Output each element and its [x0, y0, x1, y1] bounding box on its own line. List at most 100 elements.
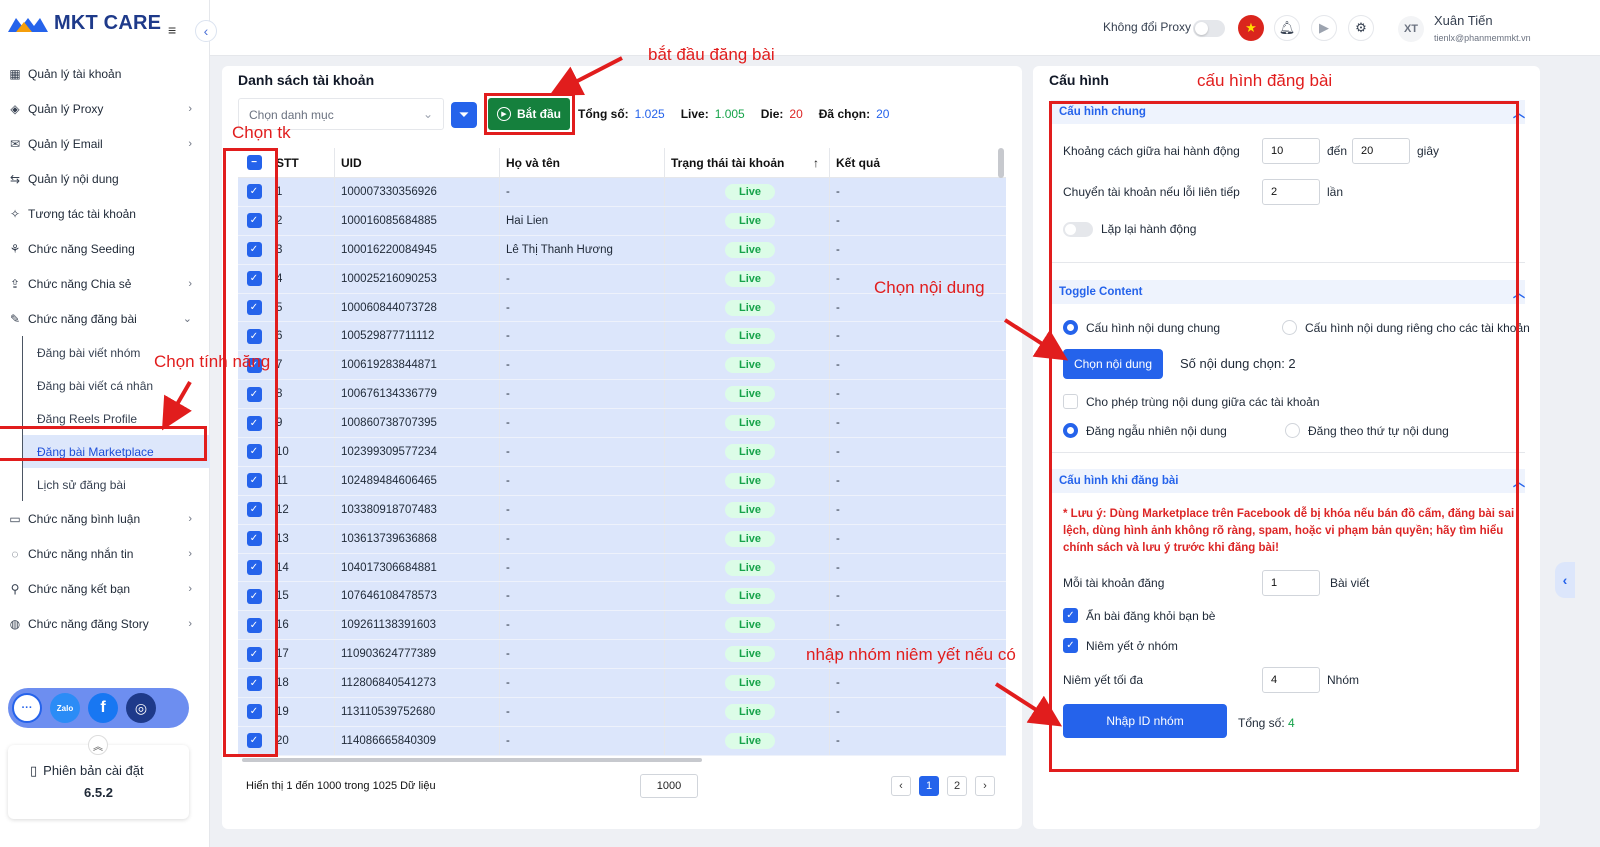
cell-uid: 100860738707395	[334, 409, 499, 438]
chevron-up-icon[interactable]: ︽	[88, 735, 108, 755]
cell-stt: 4	[276, 272, 283, 285]
sidebar-item-content[interactable]: ⇆ Quản lý nội dung	[0, 161, 210, 196]
per-page-select[interactable]: 1000	[640, 774, 698, 798]
sidebar-item-share[interactable]: ⇪ Chức năng Chia sẻ ›	[0, 266, 210, 301]
page-1-button[interactable]: 1	[919, 776, 939, 796]
cell-stt: 13	[276, 532, 289, 545]
next-page-button[interactable]: ›	[975, 776, 995, 796]
table-row[interactable]: ✓ 11 102489484606465- Live -	[238, 466, 1006, 496]
cell-result: -	[829, 698, 999, 726]
cell-status: Live	[664, 669, 829, 698]
table-row[interactable]: ✓ 1 100007330356926- Live -	[238, 178, 1006, 207]
chevron-right-icon: ›	[188, 582, 192, 595]
cell-stt: 6	[276, 330, 283, 343]
grid-icon: ▦	[9, 66, 21, 81]
sidebar-subitem-personal-post[interactable]: Đăng bài viết cá nhân	[23, 369, 210, 402]
sidebar-item-posting[interactable]: ✎ Chức năng đăng bài ⌄	[0, 301, 210, 336]
cell-name: -	[499, 698, 664, 726]
table-row[interactable]: ✓ 2 100016085684885 Hai Lien Live -	[238, 206, 1006, 236]
sidebar-item-seeding[interactable]: ⚘ Chức năng Seeding	[0, 231, 210, 266]
cell-uid: 100007330356926	[334, 178, 499, 206]
cell-stt: 11	[276, 474, 288, 487]
status-badge: Live	[724, 357, 775, 374]
stat-selected-value: 20	[876, 107, 890, 121]
sidebar-subitem-history[interactable]: Lịch sử đăng bài	[23, 468, 210, 501]
cell-status: Live	[664, 235, 829, 264]
stat-live-label: Live:	[680, 107, 709, 121]
sidebar-item-add-friend[interactable]: ⚲ Chức năng kết bạn ›	[0, 571, 210, 606]
support-chat-icon[interactable]: ···	[12, 693, 42, 723]
page-2-button[interactable]: 2	[947, 776, 967, 796]
cell-status: Live	[664, 698, 829, 726]
sidebar-collapse-button[interactable]: ‹	[195, 20, 217, 42]
table-row[interactable]: ✓ 15 107646108478573- Live -	[238, 582, 1006, 612]
sidebar-item-label: Chức năng đăng Story	[28, 616, 149, 631]
cell-stt: 20	[276, 734, 289, 747]
avatar[interactable]: XT	[1398, 16, 1424, 42]
chevron-right-icon: ›	[188, 137, 192, 150]
play-icon[interactable]: ▶	[1311, 15, 1337, 41]
table-row[interactable]: ✓ 3 100016220084945 Lê Thị Thanh Hương Live -	[238, 235, 1006, 265]
table-row[interactable]: ✓ 19 113110539752680- Live -	[238, 698, 1006, 727]
col-result[interactable]: Kết quả	[829, 148, 999, 177]
stat-selected-label: Đã chọn:	[818, 107, 871, 121]
table-row[interactable]: ✓ 14 104017306684881- Live -	[238, 553, 1006, 583]
col-stt[interactable]: STT	[270, 156, 334, 170]
status-badge: Live	[724, 501, 775, 518]
status-badge: Live	[724, 241, 775, 258]
cell-uid: 113110539752680	[334, 698, 499, 726]
sparkle-icon: ✧	[9, 206, 21, 221]
table-row[interactable]: ✓ 13 103613739636868- Live -	[238, 524, 1006, 554]
bell-icon[interactable]: 🔔︎	[1274, 15, 1300, 41]
col-status[interactable]: Trạng thái tài khoản ↑	[664, 148, 829, 177]
sidebar-item-message[interactable]: ◌ Chức năng nhắn tin ›	[0, 536, 210, 571]
table-row[interactable]: ✓ 6 100529877711112- Live -	[238, 322, 1006, 352]
cell-name: -	[499, 380, 664, 409]
sidebar-item-comment[interactable]: ▭ Chức năng bình luận ›	[0, 501, 210, 536]
sidebar-item-label: Chức năng bình luận	[28, 511, 141, 526]
table-row[interactable]: ✓ 18 112806840541273- Live -	[238, 669, 1006, 699]
cell-uid: 103380918707483	[334, 495, 499, 524]
table-row[interactable]: ✓ 9 100860738707395- Live -	[238, 409, 1006, 439]
table-horizontal-scrollbar[interactable]	[242, 758, 702, 762]
cell-uid: 114086665840309	[334, 726, 499, 755]
side-drawer-tab[interactable]: ‹	[1555, 562, 1575, 598]
proxy-toggle[interactable]	[1193, 20, 1225, 37]
sort-arrow-icon[interactable]: ↑	[813, 156, 819, 170]
table-row[interactable]: ✓ 7 100619283844871- Live -	[238, 351, 1006, 381]
table-row[interactable]: ✓ 8 100676134336779- Live -	[238, 380, 1006, 410]
cell-stt: 18	[276, 677, 289, 690]
app-brand-name: MKT CARE	[54, 12, 162, 34]
sidebar-item-interaction[interactable]: ✧ Tương tác tài khoản	[0, 196, 210, 231]
sidebar-item-account-manager[interactable]: ▦ Quản lý tài khoản	[0, 56, 210, 91]
cell-uid: 100025216090253	[334, 264, 499, 293]
col-uid[interactable]: UID	[334, 148, 499, 177]
accounts-title: Danh sách tài khoản	[238, 72, 375, 88]
app-logo[interactable]: MKT CARE	[6, 12, 161, 35]
facebook-icon[interactable]: f	[88, 693, 118, 723]
gear-icon[interactable]: ⚙	[1348, 15, 1374, 41]
table-vertical-scrollbar[interactable]	[998, 148, 1004, 178]
zalo-icon[interactable]: Zalo	[50, 693, 80, 723]
status-badge: Live	[724, 415, 775, 432]
vietnam-flag-icon[interactable]: ★	[1238, 15, 1264, 41]
table-row[interactable]: ✓ 12 103380918707483- Live -	[238, 495, 1006, 525]
cell-result: -	[829, 495, 999, 524]
table-row[interactable]: ✓ 20 114086665840309- Live -	[238, 726, 1006, 756]
sidebar-item-story[interactable]: ◍ Chức năng đăng Story ›	[0, 606, 210, 641]
chevron-down-icon: ⌄	[182, 313, 192, 325]
sidebar-item-email[interactable]: ✉ Quản lý Email ›	[0, 126, 210, 161]
prev-page-button[interactable]: ‹	[891, 776, 911, 796]
sidebar: MKT CARE ≡ ▦ Quản lý tài khoản ◈ Quản lý…	[0, 0, 210, 847]
sidebar-item-proxy[interactable]: ◈ Quản lý Proxy ›	[0, 91, 210, 126]
col-name[interactable]: Họ và tên	[499, 148, 664, 177]
globe-icon[interactable]: ◎	[126, 693, 156, 723]
stat-die-label: Die:	[760, 107, 784, 121]
table-row[interactable]: ✓ 10 102399309577234- Live -	[238, 438, 1006, 467]
status-badge: Live	[724, 588, 775, 605]
menu-toggle-icon[interactable]: ≡	[168, 22, 176, 38]
table-row[interactable]: ✓ 16 109261138391603- Live -	[238, 611, 1006, 641]
filter-clear-button[interactable]: ⏷	[451, 102, 477, 128]
config-title: Cấu hình	[1049, 72, 1109, 88]
cell-status: Live	[664, 264, 829, 293]
